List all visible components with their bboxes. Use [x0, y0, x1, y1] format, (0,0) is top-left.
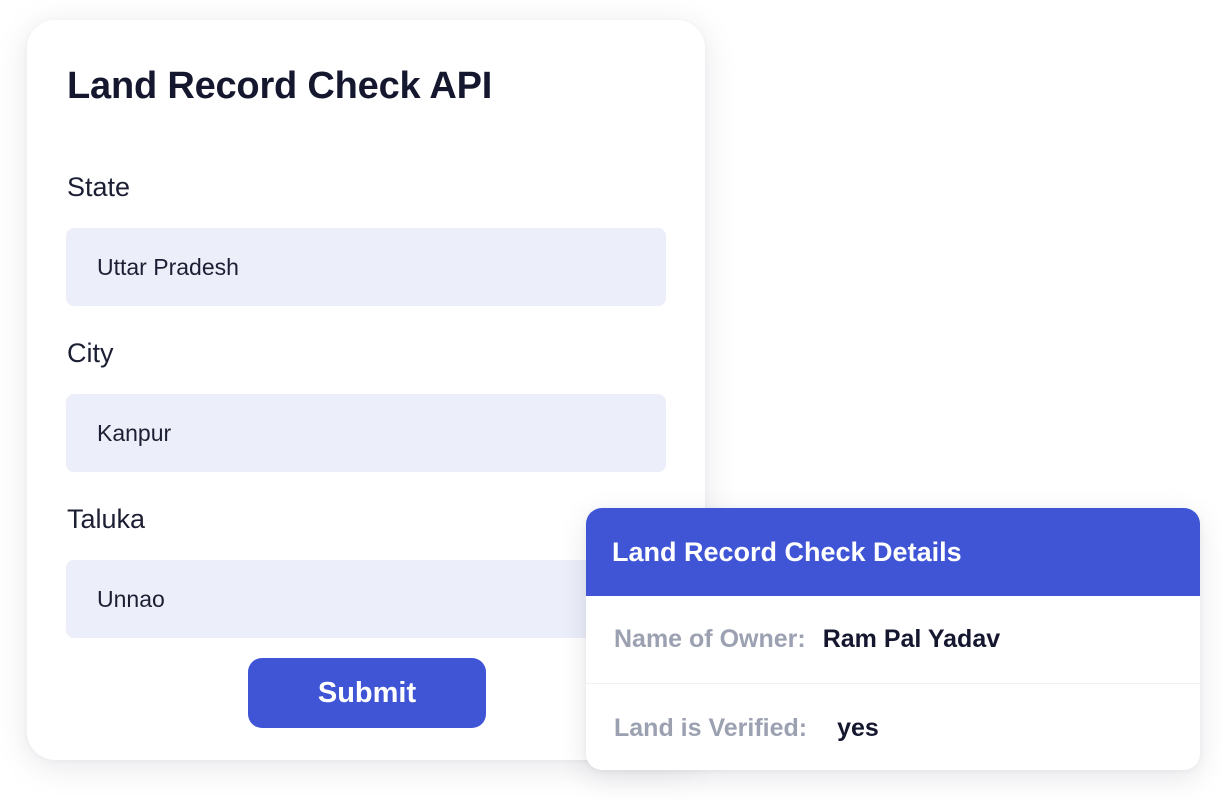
verified-key: Land is Verified:: [614, 713, 808, 742]
submit-button[interactable]: Submit: [248, 658, 486, 728]
state-input[interactable]: [66, 228, 666, 306]
state-label: State: [67, 172, 131, 202]
form-title: Land Record Check API: [67, 65, 493, 107]
owner-row: Name of Owner: Ram Pal Yadav: [586, 596, 1200, 684]
taluka-input[interactable]: [66, 560, 666, 638]
city-label: City: [67, 338, 114, 368]
verified-row: Land is Verified: yes: [586, 684, 1200, 770]
details-title: Land Record Check Details: [612, 536, 962, 567]
city-input[interactable]: [66, 394, 666, 472]
details-header: Land Record Check Details: [586, 508, 1200, 596]
verified-value: yes: [837, 713, 879, 742]
owner-value: Ram Pal Yadav: [822, 625, 1001, 653]
land-record-details-card: Land Record Check Details Name of Owner:…: [586, 508, 1200, 770]
owner-key: Name of Owner:: [614, 625, 806, 653]
taluka-label: Taluka: [67, 504, 146, 534]
